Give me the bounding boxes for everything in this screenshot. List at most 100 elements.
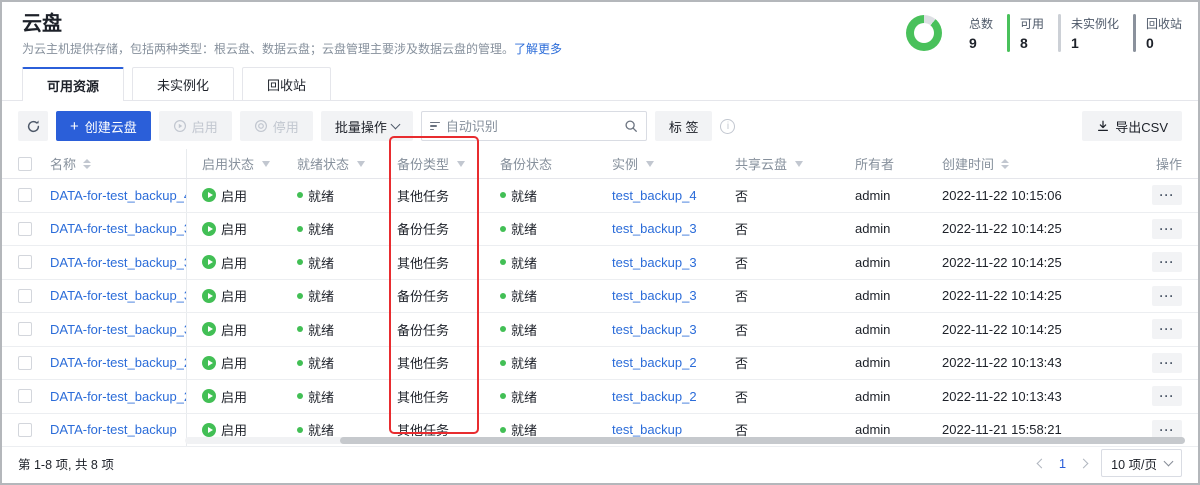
owner-text: admin: [855, 255, 890, 270]
row-more-actions-button[interactable]: ···: [1152, 353, 1182, 373]
instance-link[interactable]: test_backup_2: [612, 355, 697, 370]
col-name[interactable]: 名称: [50, 149, 187, 178]
disk-name-link[interactable]: DATA-for-test_backup_3: [50, 288, 187, 303]
sort-icon[interactable]: [83, 159, 91, 169]
filter-lines-icon: [430, 122, 440, 131]
stat-uninstantiated: 未实例化1: [1058, 14, 1119, 52]
stat-bar-green: [1007, 14, 1010, 52]
refresh-icon: [26, 119, 41, 134]
row-more-actions-button[interactable]: ···: [1152, 386, 1182, 406]
backup-status-dot-icon: [500, 393, 506, 399]
table-row: DATA-for-test_backup_4 启用 就绪 其他任务 就绪 tes…: [2, 179, 1198, 213]
cloud-disk-page: 云盘 为云主机提供存储，包括两种类型：根云盘、数据云盘；云盘管理主要涉及数据云盘…: [0, 0, 1200, 485]
owner-text: admin: [855, 422, 890, 437]
ready-dot-icon: [297, 427, 303, 433]
row-checkbox[interactable]: [18, 255, 32, 269]
row-more-actions-button[interactable]: ···: [1152, 319, 1182, 339]
search-box[interactable]: [421, 111, 647, 141]
stat-label: 回收站: [1146, 15, 1182, 32]
filter-icon[interactable]: [457, 161, 465, 167]
next-page-icon[interactable]: [1079, 458, 1089, 468]
row-checkbox[interactable]: [18, 222, 32, 236]
disk-name-link[interactable]: DATA-for-test_backup_4: [50, 188, 187, 203]
tag-button[interactable]: 标 签: [655, 111, 713, 141]
owner-text: admin: [855, 188, 890, 203]
col-backup-type[interactable]: 备份类型: [382, 154, 485, 173]
enable-button[interactable]: 启用: [159, 111, 232, 141]
col-enable-status[interactable]: 启用状态: [187, 154, 282, 173]
export-csv-button[interactable]: 导出CSV: [1082, 111, 1182, 141]
enabled-status-icon: [202, 423, 216, 437]
table-row: DATA-for-test_backup_2 启用 就绪 其他任务 就绪 tes…: [2, 380, 1198, 414]
backup-status-text: 就绪: [511, 186, 537, 205]
search-icon: [624, 119, 638, 133]
stat-bar-dark: [1133, 14, 1136, 52]
sort-icon[interactable]: [1001, 159, 1009, 169]
row-checkbox[interactable]: [18, 188, 32, 202]
col-instance[interactable]: 实例: [597, 154, 720, 173]
backup-type-text: 备份任务: [397, 219, 449, 238]
create-disk-button[interactable]: + 创建云盘: [56, 111, 151, 141]
row-checkbox[interactable]: [18, 423, 32, 437]
stop-button[interactable]: 停用: [240, 111, 313, 141]
created-time-text: 2022-11-22 10:14:25: [942, 255, 1062, 270]
table-row: DATA-for-test_backup_2 启用 就绪 其他任务 就绪 tes…: [2, 347, 1198, 381]
search-input[interactable]: [446, 119, 618, 134]
created-time-text: 2022-11-21 15:58:21: [942, 422, 1062, 437]
row-checkbox[interactable]: [18, 289, 32, 303]
tab-uninstantiated[interactable]: 未实例化: [132, 67, 234, 100]
description-text: 为云主机提供存储，包括两种类型：根云盘、数据云盘；云盘管理主要涉及数据云盘的管理…: [22, 42, 514, 56]
filter-icon[interactable]: [795, 161, 803, 167]
col-ready-status[interactable]: 就绪状态: [282, 154, 382, 173]
instance-link[interactable]: test_backup: [612, 422, 682, 437]
ready-status-text: 就绪: [308, 320, 334, 339]
disk-name-link[interactable]: DATA-for-test_backup_2: [50, 389, 187, 404]
enable-status-text: 启用: [221, 320, 247, 339]
instance-link[interactable]: test_backup_2: [612, 389, 697, 404]
col-created-time[interactable]: 创建时间: [927, 154, 1109, 173]
instance-link[interactable]: test_backup_3: [612, 255, 697, 270]
filter-icon[interactable]: [646, 161, 654, 167]
disk-name-link[interactable]: DATA-for-test_backup_3: [50, 255, 187, 270]
learn-more-link[interactable]: 了解更多: [514, 42, 562, 56]
disk-name-link[interactable]: DATA-for-test_backup: [50, 422, 177, 437]
tab-available-resources[interactable]: 可用资源: [22, 67, 124, 101]
tab-recycle-bin[interactable]: 回收站: [242, 67, 331, 100]
row-more-actions-button[interactable]: ···: [1152, 219, 1182, 239]
shared-disk-text: 否: [735, 320, 748, 339]
filter-icon[interactable]: [357, 161, 365, 167]
created-time-text: 2022-11-22 10:14:25: [942, 288, 1062, 303]
refresh-button[interactable]: [18, 111, 48, 141]
ready-status-text: 就绪: [308, 286, 334, 305]
row-more-actions-button[interactable]: ···: [1152, 286, 1182, 306]
disk-name-link[interactable]: DATA-for-test_backup_3: [50, 322, 187, 337]
chevron-down-icon: [390, 119, 400, 129]
ready-dot-icon: [297, 293, 303, 299]
created-time-text: 2022-11-22 10:14:25: [942, 221, 1062, 236]
prev-page-icon[interactable]: [1036, 458, 1046, 468]
page-size-select[interactable]: 10 项/页: [1101, 449, 1182, 477]
instance-link[interactable]: test_backup_3: [612, 288, 697, 303]
info-icon[interactable]: i: [720, 119, 735, 134]
filter-icon[interactable]: [262, 161, 270, 167]
instance-link[interactable]: test_backup_3: [612, 221, 697, 236]
disk-name-link[interactable]: DATA-for-test_backup_2: [50, 355, 187, 370]
page-number[interactable]: 1: [1059, 456, 1066, 471]
row-more-actions-button[interactable]: ···: [1152, 252, 1182, 272]
batch-operations-button[interactable]: 批量操作: [321, 111, 413, 141]
export-csv-label: 导出CSV: [1115, 117, 1168, 136]
stat-available: 可用8: [1007, 14, 1044, 52]
enabled-status-icon: [202, 222, 216, 236]
instance-link[interactable]: test_backup_3: [612, 322, 697, 337]
create-disk-label: 创建云盘: [85, 117, 137, 136]
row-checkbox[interactable]: [18, 389, 32, 403]
col-shared-disk[interactable]: 共享云盘: [720, 154, 840, 173]
enable-label: 启用: [192, 117, 218, 136]
row-checkbox[interactable]: [18, 322, 32, 336]
row-checkbox[interactable]: [18, 356, 32, 370]
row-more-actions-button[interactable]: ···: [1152, 185, 1182, 205]
instance-link[interactable]: test_backup_4: [612, 188, 697, 203]
disk-name-link[interactable]: DATA-for-test_backup_3: [50, 221, 187, 236]
select-all-checkbox[interactable]: [18, 157, 32, 171]
backup-type-text: 其他任务: [397, 186, 449, 205]
